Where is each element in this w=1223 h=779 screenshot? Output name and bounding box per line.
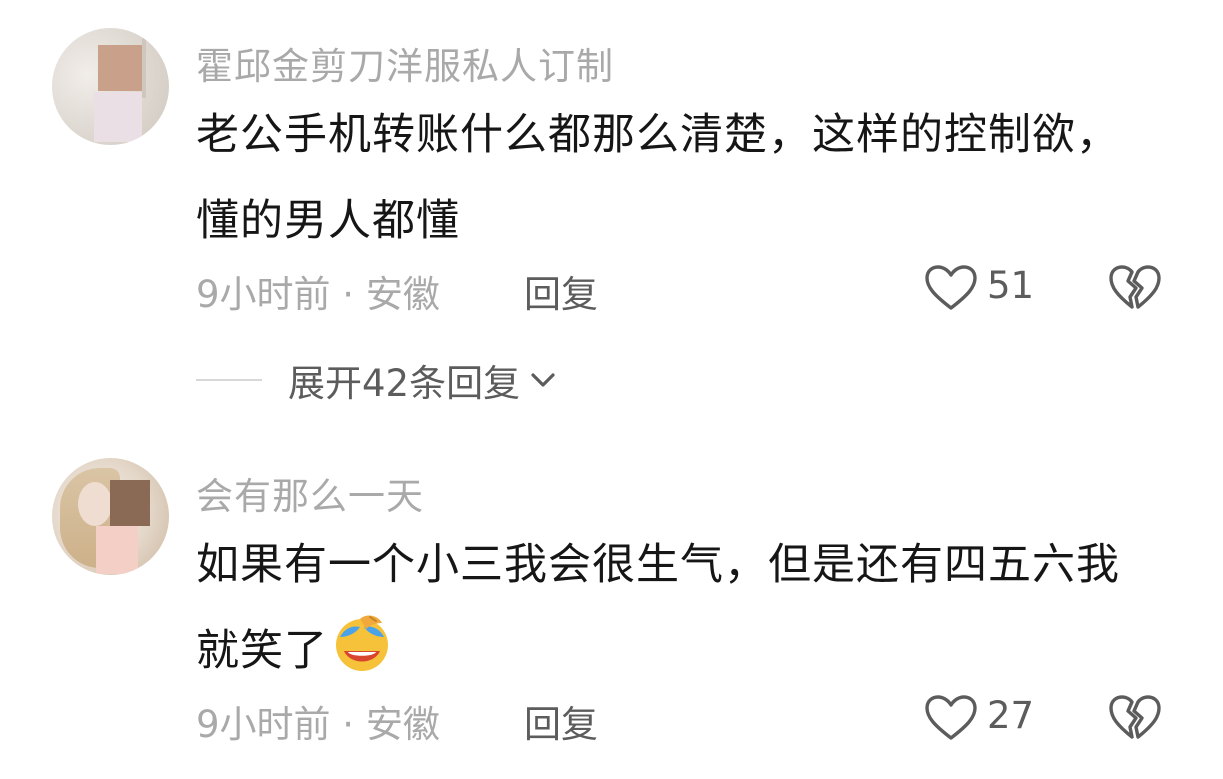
avatar-detail (142, 38, 146, 98)
avatar-detail (78, 482, 112, 526)
avatar[interactable] (52, 28, 169, 145)
heart-outline-icon[interactable] (924, 694, 978, 742)
avatar-mosaic (96, 526, 138, 574)
broken-heart-icon[interactable] (1108, 694, 1162, 742)
comment-meta: 9小时前 · 安徽 (196, 273, 440, 316)
comment-text-wrap: 如果有一个小三我会很生气，但是还有四五六我就笑了 (196, 522, 1156, 694)
comment-author[interactable]: 会有那么一天 (196, 466, 424, 520)
avatar[interactable] (52, 458, 169, 575)
avatar-mosaic (98, 45, 142, 91)
like-count: 27 (987, 694, 1035, 737)
like-count: 51 (987, 264, 1035, 307)
comment-text: 老公手机转账什么都那么清楚，这样的控制欲，懂的男人都懂 (196, 110, 1120, 246)
comment-author[interactable]: 霍邱金剪刀洋服私人订制 (196, 36, 614, 90)
heart-outline-icon[interactable] (924, 264, 978, 312)
avatar-mosaic (94, 92, 142, 142)
expand-replies-button[interactable]: 展开42条回复 (196, 352, 558, 408)
reply-button[interactable]: 回复 (524, 694, 598, 748)
broken-heart-icon[interactable] (1108, 264, 1162, 312)
expand-replies-label: 展开42条回复 (288, 362, 521, 405)
laughing-crying-emoji-icon (336, 615, 388, 671)
divider (196, 379, 262, 381)
avatar-mosaic (110, 480, 150, 526)
comment-meta: 9小时前 · 安徽 (196, 703, 440, 746)
reply-button[interactable]: 回复 (524, 264, 598, 318)
chevron-down-icon (531, 373, 555, 387)
